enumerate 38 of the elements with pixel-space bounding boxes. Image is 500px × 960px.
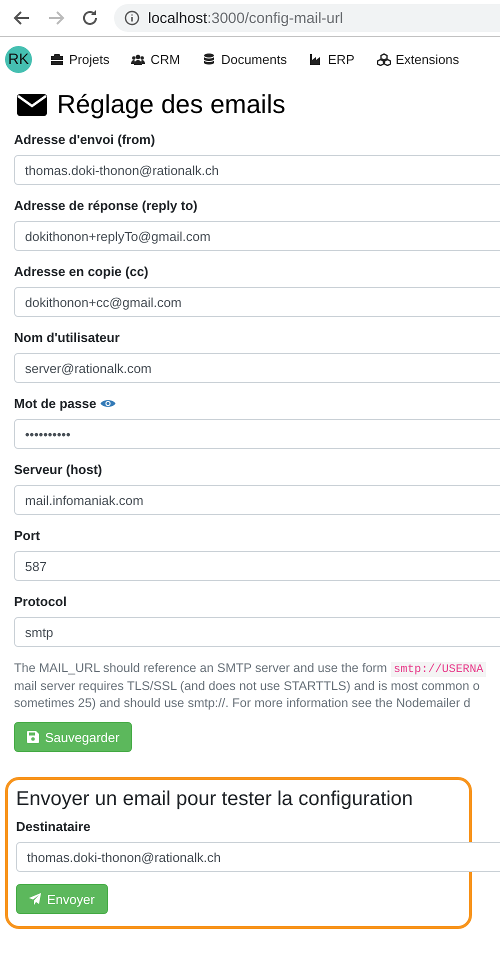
briefcase-icon: [50, 52, 64, 66]
field-label: Mot de passe: [14, 396, 96, 411]
info-icon[interactable]: [124, 10, 140, 26]
nav-link[interactable]: Extensions: [376, 52, 460, 66]
save-icon: [27, 731, 39, 743]
nav-link[interactable]: ERP: [308, 52, 355, 66]
section-title: Envoyer un email pour tester la configuration: [16, 788, 414, 811]
input-field[interactable]: mail.infomaniak.com: [14, 485, 500, 515]
field-label: Serveur (host): [14, 462, 102, 477]
paper-plane-icon: [29, 893, 41, 905]
users-icon: [131, 52, 146, 66]
database-icon: [202, 52, 216, 66]
field-label: Adresse en copie (cc): [14, 264, 148, 279]
envelope-icon: [17, 94, 47, 116]
nav-link[interactable]: Projets: [50, 52, 110, 66]
input-field[interactable]: smtp: [14, 617, 500, 647]
input-field[interactable]: server@rationalk.com: [14, 353, 500, 383]
help-text: The MAIL_URL should reference an SMTP server and use the form smtp://USERNA mail server requires TLS/SSL (and does not use STARTTLS) and is most common o sometimes 25) and should use smtp://. For more information see the Nodemailer d: [14, 660, 500, 712]
reload-icon[interactable]: [80, 8, 100, 28]
user-avatar[interactable]: RK: [5, 46, 32, 72]
industry-icon: [308, 52, 323, 66]
field-label: Protocol: [14, 594, 67, 609]
input-field[interactable]: thomas.doki-thonon@rationalk.ch: [16, 842, 500, 872]
input-field[interactable]: dokithonon+cc@gmail.com: [14, 287, 500, 317]
input-field[interactable]: ••••••••••: [14, 419, 500, 449]
input-field[interactable]: 587: [14, 551, 500, 581]
field-label: Nom d'utilisateur: [14, 330, 120, 345]
eye-icon[interactable]: [100, 398, 116, 409]
nav-link[interactable]: CRM: [131, 52, 180, 66]
address-bar[interactable]: localhost:3000/config-mail-url: [114, 4, 500, 32]
nav-link[interactable]: Documents: [202, 52, 287, 66]
input-field[interactable]: thomas.doki-thonon@rationalk.ch: [14, 155, 500, 185]
input-field[interactable]: dokithonon+replyTo@gmail.com: [14, 221, 500, 251]
field-label: Port: [14, 528, 40, 543]
field-label: Adresse d'envoi (from): [14, 132, 156, 147]
field-label: Destinataire: [16, 819, 90, 834]
field-label: Adresse de réponse (reply to): [14, 198, 198, 213]
page-title: Réglage des emails: [57, 89, 286, 120]
